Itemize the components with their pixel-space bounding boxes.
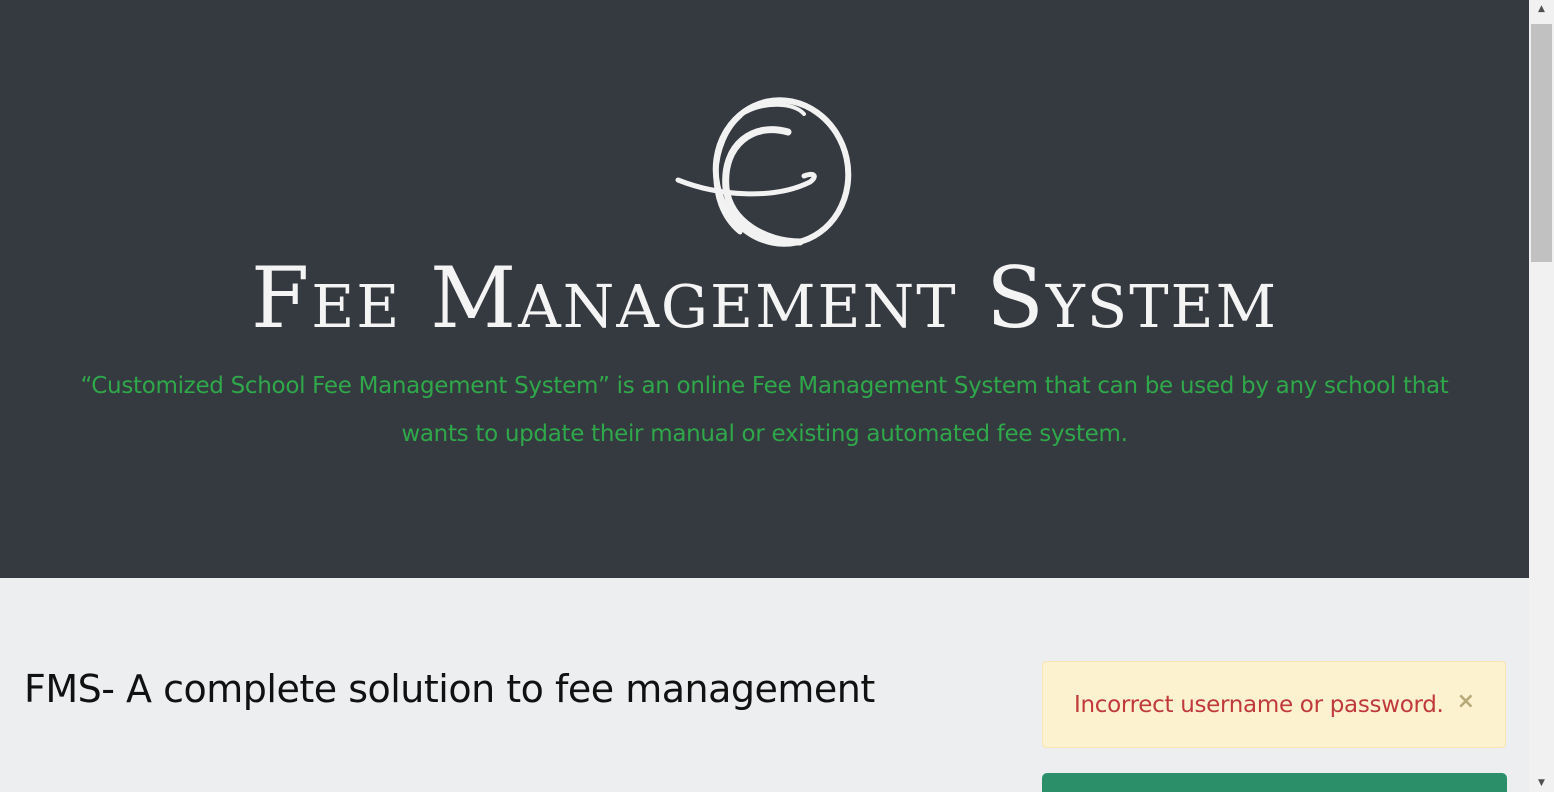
section-heading: FMS- A complete solution to fee manageme…: [24, 667, 875, 711]
login-error-alert: Incorrect username or password. ×: [1042, 661, 1506, 748]
login-panel-header: [1042, 773, 1507, 792]
scroll-down-icon[interactable]: ▼: [1529, 774, 1554, 792]
vertical-scrollbar[interactable]: ▲ ▼: [1529, 0, 1554, 792]
scrollbar-thumb[interactable]: [1531, 24, 1552, 262]
hero-banner: Fee Management System “Customized School…: [0, 0, 1529, 578]
alert-message: Incorrect username or password.: [1074, 692, 1444, 718]
site-description: “Customized School Fee Management System…: [80, 373, 1449, 447]
close-icon[interactable]: ×: [1457, 686, 1475, 718]
page: Fee Management System “Customized School…: [0, 0, 1529, 792]
site-title: Fee Management System: [250, 249, 1279, 347]
swirl-circle-logo-icon: [675, 97, 852, 247]
scroll-up-icon[interactable]: ▲: [1529, 0, 1554, 18]
